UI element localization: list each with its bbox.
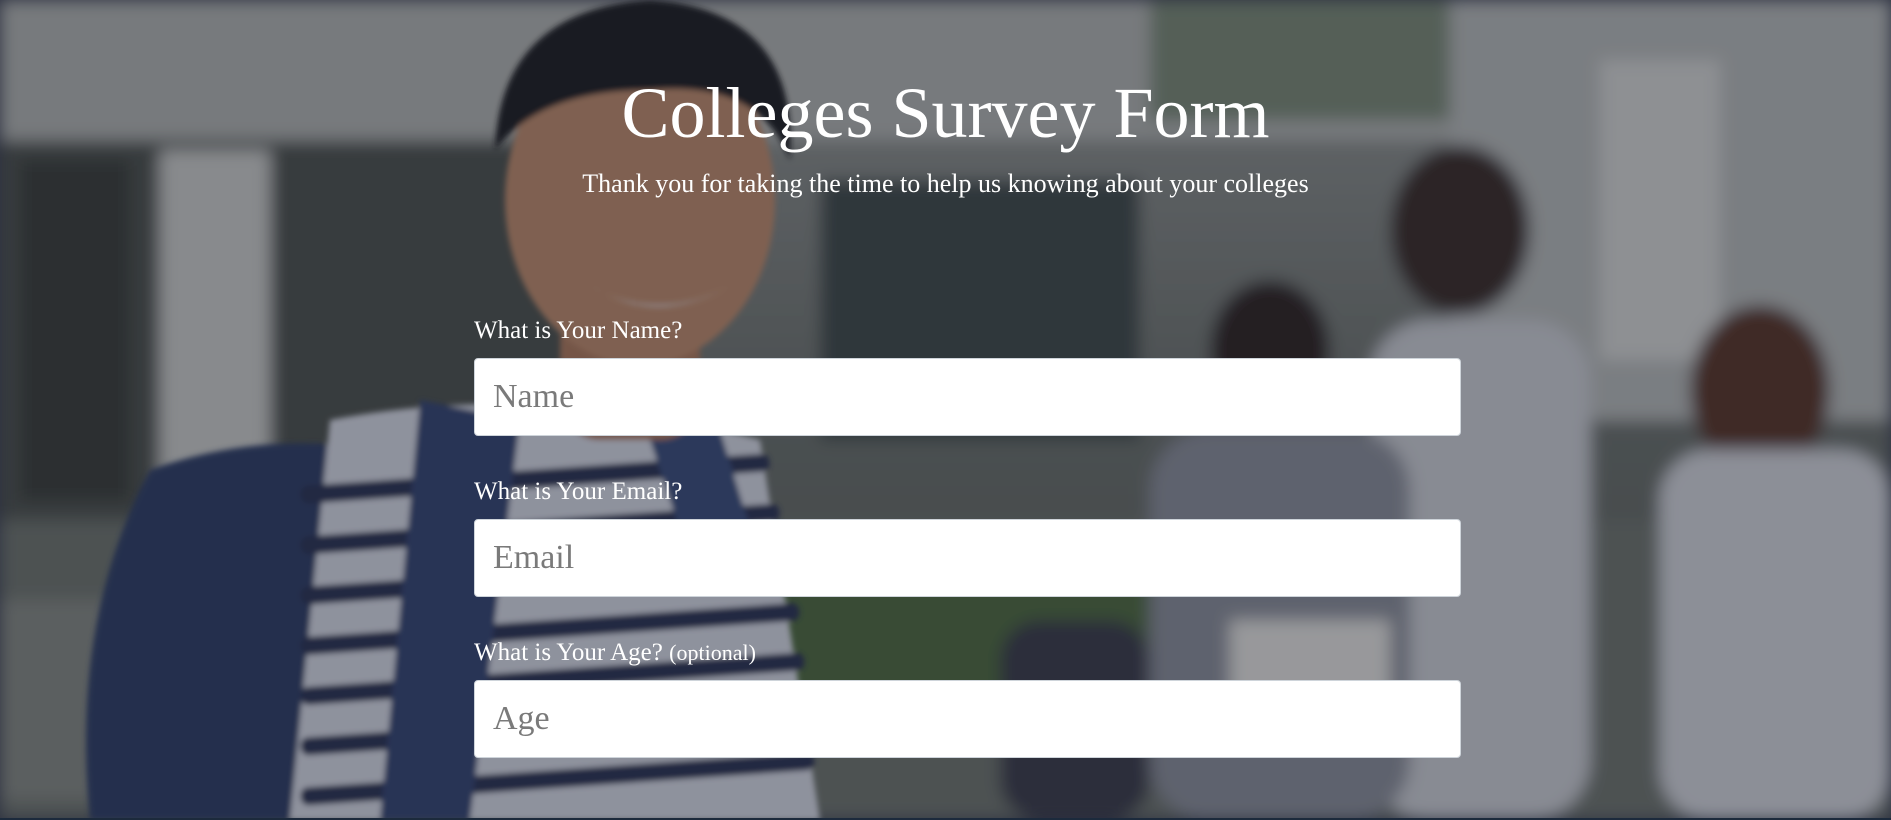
email-input[interactable] xyxy=(474,519,1461,597)
age-optional-note: (optional) xyxy=(669,640,756,665)
age-label-text: What is Your Age? xyxy=(474,639,663,666)
age-field-group: What is Your Age? (optional) xyxy=(474,636,1461,758)
email-field-group: What is Your Email? xyxy=(474,475,1461,597)
age-input[interactable] xyxy=(474,680,1461,758)
page-description: Thank you for taking the time to help us… xyxy=(582,169,1309,198)
age-label: What is Your Age? (optional) xyxy=(474,636,1461,670)
name-input[interactable] xyxy=(474,358,1461,436)
survey-form: What is Your Name? What is Your Email? W… xyxy=(474,314,1461,797)
email-label: What is Your Email? xyxy=(474,478,683,505)
survey-container: Colleges Survey Form Thank you for takin… xyxy=(0,0,1891,820)
page-title: Colleges Survey Form xyxy=(621,73,1270,153)
name-label: What is Your Name? xyxy=(474,317,683,344)
name-field-group: What is Your Name? xyxy=(474,314,1461,436)
